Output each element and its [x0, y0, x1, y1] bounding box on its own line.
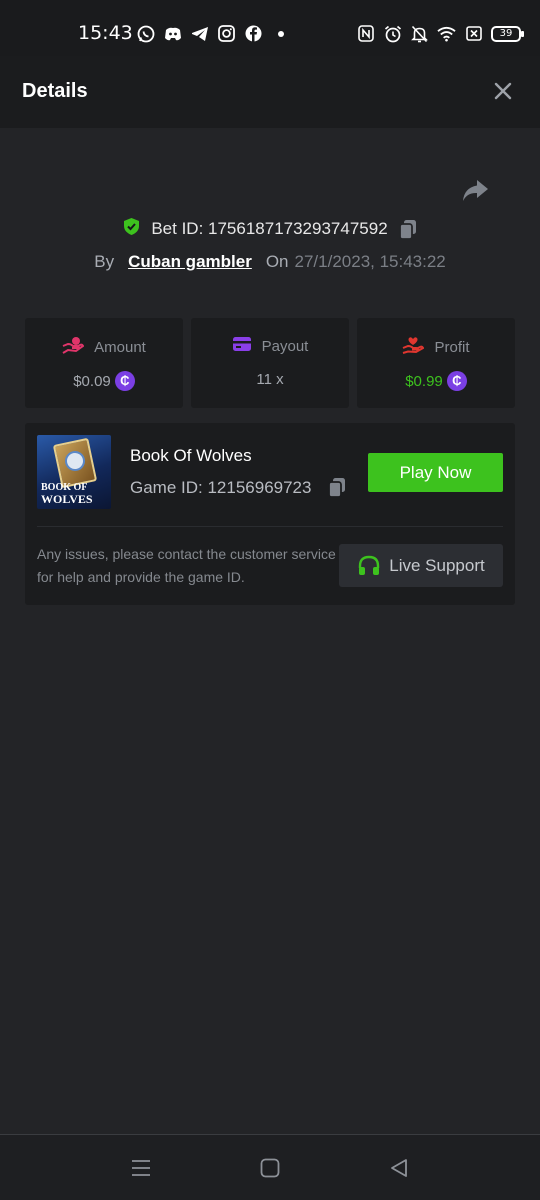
- coin-icon: ₵: [446, 371, 467, 391]
- wifi-icon: [437, 24, 456, 43]
- coin-icon: ₵: [114, 371, 135, 391]
- close-icon: [494, 82, 512, 100]
- close-button[interactable]: [490, 78, 516, 104]
- home-square-icon: [260, 1158, 280, 1178]
- home-button[interactable]: [259, 1157, 281, 1179]
- share-button[interactable]: [460, 178, 492, 206]
- instagram-icon: [217, 24, 236, 43]
- whatsapp-icon: [136, 24, 155, 43]
- game-card: BOOK OF WOLVES Book Of Wolves Game ID: 1…: [25, 423, 515, 605]
- battery-indicator: 39: [491, 25, 524, 42]
- amount-label: Amount: [94, 338, 146, 356]
- share-icon: [463, 180, 488, 201]
- thumbnail-title-line2: WOLVES: [41, 492, 93, 506]
- shield-check-icon: [122, 217, 141, 241]
- page-title: Details: [22, 80, 88, 102]
- on-label: On: [265, 252, 289, 271]
- divider: [37, 526, 503, 527]
- bet-datetime: 27/1/2023, 15:43:22: [294, 252, 446, 271]
- recents-button[interactable]: [130, 1157, 152, 1179]
- system-nav-bar: [0, 1134, 540, 1200]
- card-icon: [232, 336, 252, 356]
- system-icons: 39: [356, 24, 524, 43]
- copy-bet-id-button[interactable]: [398, 219, 418, 240]
- amount-card: Amount $0.09 ₵: [25, 318, 183, 408]
- status-time: 15:43: [78, 22, 133, 44]
- profit-label: Profit: [434, 338, 470, 356]
- payout-value: 11 x: [256, 371, 284, 388]
- game-thumbnail[interactable]: BOOK OF WOLVES: [37, 435, 111, 509]
- live-support-button[interactable]: Live Support: [339, 544, 503, 587]
- amount-value: $0.09: [73, 372, 111, 390]
- back-button[interactable]: [388, 1157, 410, 1179]
- headset-icon: [357, 555, 381, 577]
- hand-coins-icon: [62, 336, 85, 358]
- copy-game-id-button[interactable]: [327, 477, 347, 498]
- game-name: Book Of Wolves: [130, 446, 252, 465]
- telegram-icon: [190, 24, 209, 43]
- payout-label: Payout: [261, 337, 309, 355]
- bet-id-row: Bet ID: 1756187173293747592: [0, 216, 540, 242]
- notification-icons: [136, 24, 290, 43]
- thumbnail-title: BOOK OF WOLVES: [41, 483, 107, 506]
- mute-icon: [410, 24, 429, 43]
- username-link[interactable]: Cuban gambler: [128, 252, 252, 272]
- status-bar: 15:43 39: [0, 0, 540, 56]
- profit-value: $0.99: [405, 372, 443, 390]
- game-id-row: Game ID: 12156969723: [130, 477, 347, 498]
- dot-icon: [271, 24, 290, 43]
- profit-card: Profit $0.99 ₵: [357, 318, 515, 408]
- bet-id: Bet ID: 1756187173293747592: [151, 219, 388, 238]
- alarm-icon: [383, 24, 402, 43]
- facebook-icon: [244, 24, 263, 43]
- game-id: Game ID: 12156969723: [130, 477, 312, 497]
- back-triangle-icon: [391, 1159, 407, 1177]
- nfc-icon: [356, 24, 375, 43]
- play-now-button[interactable]: Play Now: [368, 453, 503, 492]
- support-hint-text: Any issues, please contact the customer …: [37, 546, 336, 585]
- discord-icon: [163, 24, 182, 43]
- copy-icon: [328, 478, 346, 498]
- copy-icon: [398, 219, 416, 240]
- menu-icon: [132, 1160, 150, 1176]
- payout-card: Payout 11 x: [191, 318, 349, 408]
- live-support-label: Live Support: [389, 555, 485, 575]
- hand-heart-icon: [402, 336, 425, 358]
- details-header: Details: [0, 56, 540, 128]
- bet-author-row: By Cuban gambler On 27/1/2023, 15:43:22: [0, 250, 540, 274]
- close-box-icon: [464, 24, 483, 43]
- by-label: By: [94, 252, 115, 271]
